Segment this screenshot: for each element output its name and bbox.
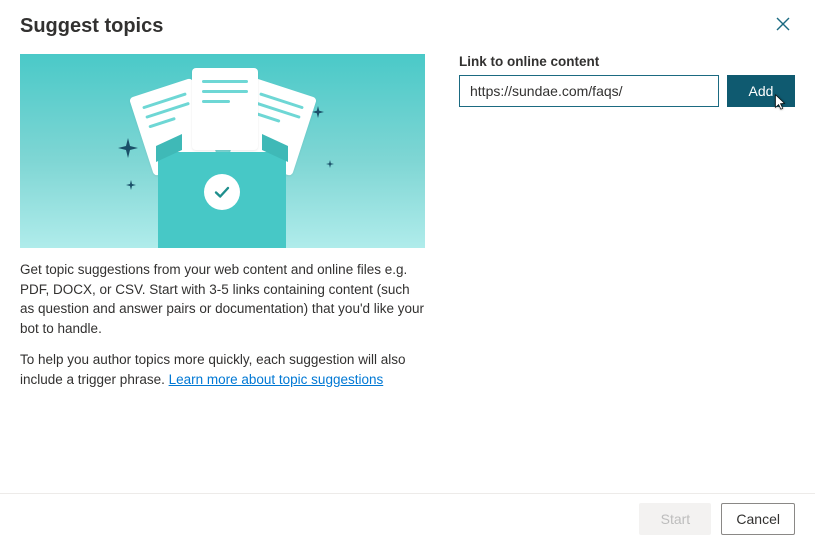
- box-icon: [158, 152, 286, 248]
- add-button-label: Add: [749, 83, 774, 99]
- url-input[interactable]: [459, 75, 719, 107]
- url-field-label: Link to online content: [459, 54, 795, 69]
- start-button: Start: [639, 503, 711, 535]
- close-icon: [775, 16, 791, 37]
- dialog-title: Suggest topics: [20, 15, 163, 38]
- description-text-1: Get topic suggestions from your web cont…: [20, 260, 425, 338]
- sparkle-icon: [118, 138, 138, 158]
- sparkle-icon: [126, 180, 136, 190]
- close-button[interactable]: [771, 14, 795, 38]
- sparkle-icon: [312, 106, 324, 118]
- cursor-icon: [771, 93, 789, 111]
- sparkle-icon: [326, 160, 334, 168]
- add-button[interactable]: Add: [727, 75, 795, 107]
- cancel-button[interactable]: Cancel: [721, 503, 795, 535]
- illustration: [20, 54, 425, 248]
- description-text-2: To help you author topics more quickly, …: [20, 350, 425, 389]
- learn-more-link[interactable]: Learn more about topic suggestions: [169, 372, 384, 387]
- checkmark-icon: [204, 174, 240, 210]
